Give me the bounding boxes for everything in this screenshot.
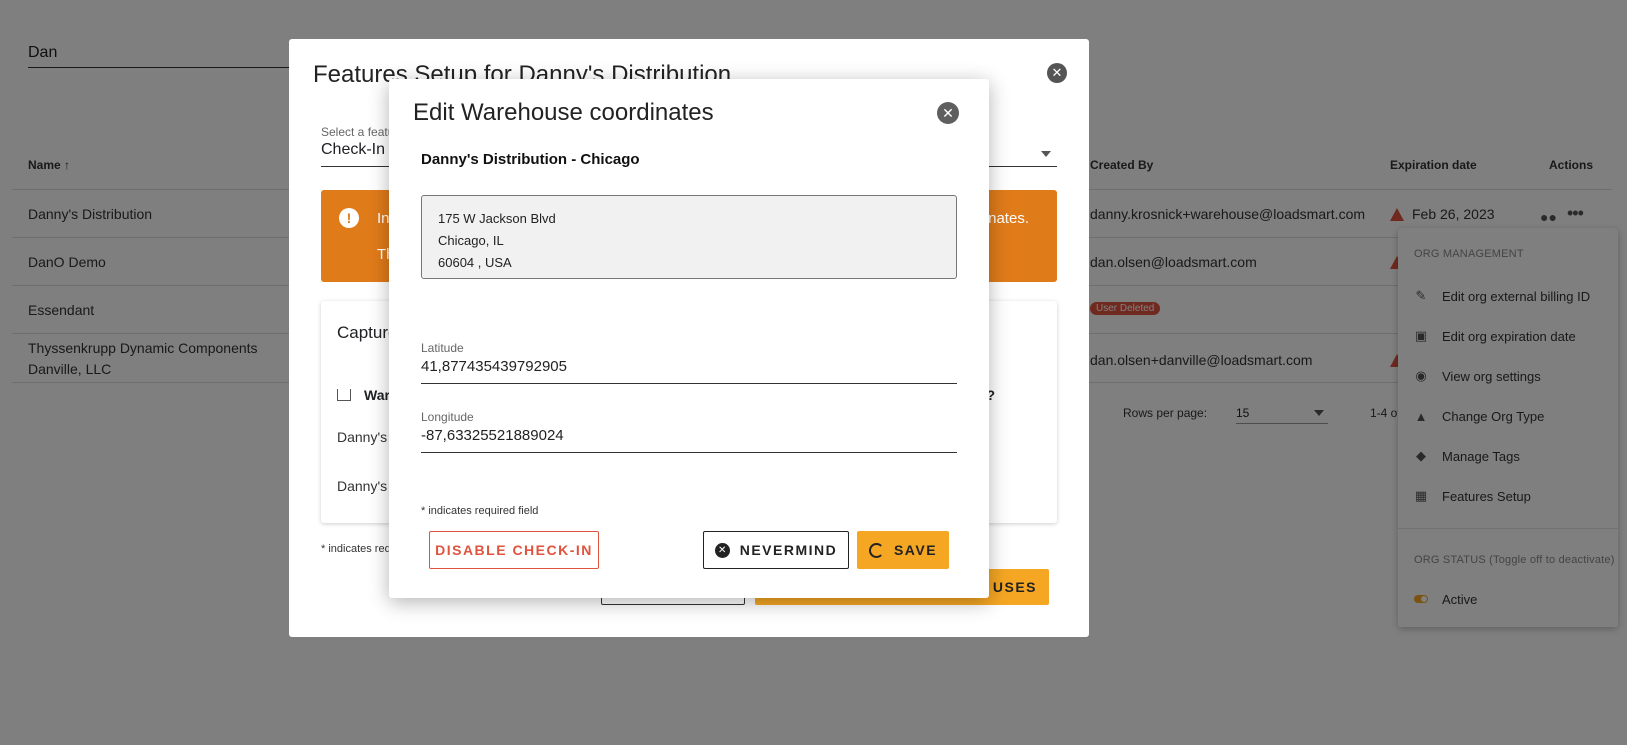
address-line-1: 175 W Jackson Blvd — [438, 211, 556, 226]
save-label: SAVE — [893, 542, 938, 558]
longitude-input[interactable]: -87,63325521889024 — [421, 425, 957, 453]
nevermind-label: NEVERMIND — [739, 542, 838, 558]
alert-icon: ! — [339, 208, 359, 228]
warehouses-label: War — [364, 387, 390, 403]
address-line-3: 60604 , USA — [438, 255, 512, 270]
sync-icon — [868, 542, 884, 558]
latitude-label: Latitude — [421, 341, 464, 355]
warehouse-address-box: 175 W Jackson Blvd Chicago, IL 60604 , U… — [421, 195, 957, 279]
modal-title: Edit Warehouse coordinates — [413, 99, 714, 126]
required-note: * indicates req — [321, 543, 391, 555]
edit-warehouse-coordinates-modal: Edit Warehouse coordinates ✕ Danny's Dis… — [389, 79, 989, 598]
warehouse-icon — [337, 389, 351, 401]
feature-select-label: Select a featu — [321, 125, 395, 139]
warehouse-name: Danny's Distribution - Chicago — [421, 151, 640, 168]
banner-text-right: nates. — [988, 210, 1029, 227]
required-note: * indicates required field — [421, 505, 539, 517]
feature-select-value: Check-In — [321, 141, 386, 158]
close-circle-icon: ✕ — [714, 542, 730, 558]
close-icon[interactable]: ✕ — [937, 102, 959, 124]
close-icon[interactable]: ✕ — [1047, 63, 1067, 83]
nevermind-button[interactable]: ✕ NEVERMIND — [703, 531, 849, 569]
latitude-input[interactable]: 41,877435439792905 — [421, 356, 957, 384]
address-line-2: Chicago, IL — [438, 233, 504, 248]
longitude-label: Longitude — [421, 410, 474, 424]
disable-check-in-button[interactable]: DISABLE CHECK-IN — [429, 531, 599, 569]
banner-text: In — [377, 210, 390, 227]
save-button[interactable]: SAVE — [857, 531, 949, 569]
chevron-down-icon — [1041, 151, 1051, 157]
